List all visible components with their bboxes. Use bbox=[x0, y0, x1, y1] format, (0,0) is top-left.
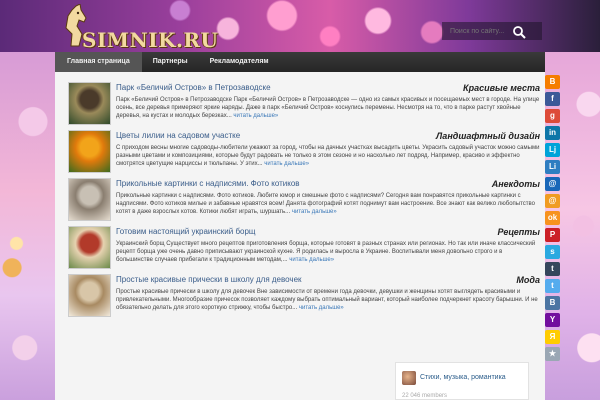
community-name-link[interactable]: Стихи, музыка, романтика bbox=[420, 374, 506, 381]
search-icon[interactable] bbox=[512, 25, 528, 39]
post-thumbnail[interactable] bbox=[68, 130, 111, 173]
post-item: Прикольные картинки с надписями. Фото ко… bbox=[68, 176, 540, 223]
post-excerpt: Простые красивые прически в школу для де… bbox=[116, 288, 540, 312]
surfingbird-icon[interactable]: s bbox=[545, 245, 560, 259]
twitter-icon[interactable]: t bbox=[545, 279, 560, 293]
blogger-icon[interactable]: B bbox=[545, 75, 560, 89]
post-thumbnail[interactable] bbox=[68, 274, 111, 317]
nav-item-partners[interactable]: Партнеры bbox=[142, 52, 199, 72]
tumblr-icon[interactable]: t bbox=[545, 262, 560, 276]
post-item: Парк «Беличий Остров» в Петрозаводске Кр… bbox=[68, 80, 540, 127]
yandex-icon[interactable]: Я bbox=[545, 330, 560, 344]
member-count: 22 046 members bbox=[402, 393, 448, 399]
favorites-icon[interactable]: ★ bbox=[545, 347, 560, 361]
post-excerpt-text: С приходом весны многие садоводы-любител… bbox=[116, 145, 540, 167]
background-decoration-left bbox=[0, 52, 55, 400]
linkedin-icon[interactable]: in bbox=[545, 126, 560, 140]
read-more-link[interactable]: читать дальше» bbox=[292, 209, 337, 215]
post-excerpt-text: Парк «Беличий Остров» в Петрозаводске Па… bbox=[116, 97, 540, 119]
post-excerpt: Украинский борщ Существует много рецепто… bbox=[116, 240, 540, 264]
mail-icon[interactable]: @ bbox=[545, 177, 560, 191]
liveinternet-icon[interactable]: Li bbox=[545, 160, 560, 174]
yahoo-icon[interactable]: Y bbox=[545, 313, 560, 327]
post-title-link[interactable]: Готовим настоящий украинский борщ bbox=[116, 227, 416, 236]
read-more-link[interactable]: читать дальше» bbox=[233, 113, 278, 119]
main-navigation: Главная страница Партнеры Рекламодателям bbox=[55, 52, 545, 72]
read-more-link[interactable]: читать дальше» bbox=[264, 161, 309, 167]
post-title-link[interactable]: Цветы лилии на садовом участке bbox=[116, 131, 416, 140]
post-category-link[interactable]: Красивые места bbox=[463, 83, 540, 93]
post-thumbnail[interactable] bbox=[68, 226, 111, 269]
post-title-link[interactable]: Прикольные картинки с надписями. Фото ко… bbox=[116, 179, 416, 188]
post-category-link[interactable]: Мода bbox=[516, 275, 540, 285]
post-category-link[interactable]: Ландшафтный дизайн bbox=[436, 131, 540, 141]
post-list: Парк «Беличий Остров» в Петрозаводске Кр… bbox=[68, 80, 540, 320]
post-category-link[interactable]: Анекдоты bbox=[492, 179, 540, 189]
post-item: Цветы лилии на садовом участке Ландшафтн… bbox=[68, 128, 540, 175]
odnoklassniki-icon[interactable]: ok bbox=[545, 211, 560, 225]
community-widget: Стихи, музыка, романтика 22 046 members bbox=[395, 362, 529, 400]
post-excerpt: Прикольные картинки с надписями. Фото ко… bbox=[116, 192, 540, 216]
moimir-icon[interactable]: @ bbox=[545, 194, 560, 208]
post-excerpt: С приходом весны многие садоводы-любител… bbox=[116, 144, 540, 168]
main-content: Парк «Беличий Остров» в Петрозаводске Кр… bbox=[55, 72, 545, 400]
avatar bbox=[402, 371, 416, 385]
pinterest-icon[interactable]: P bbox=[545, 228, 560, 242]
post-category-link[interactable]: Рецепты bbox=[497, 227, 540, 237]
read-more-link[interactable]: читать дальше» bbox=[289, 257, 334, 263]
share-bar: Bf g in Lj Li @ @ ok Ps t t B Y Я ★ bbox=[545, 75, 561, 361]
post-item: Простые красивые прически в школу для де… bbox=[68, 272, 540, 319]
google-plus-icon[interactable]: g bbox=[545, 109, 560, 123]
post-excerpt: Парк «Беличий Остров» в Петрозаводске Па… bbox=[116, 96, 540, 120]
nav-item-home[interactable]: Главная страница bbox=[55, 52, 142, 72]
livejournal-icon[interactable]: Lj bbox=[545, 143, 560, 157]
facebook-icon[interactable]: f bbox=[545, 92, 560, 106]
site-header: SIMNIK.RU bbox=[0, 0, 600, 52]
read-more-link[interactable]: читать дальше» bbox=[299, 305, 344, 311]
post-item: Готовим настоящий украинский борщ Рецепт… bbox=[68, 224, 540, 271]
site-logo[interactable]: SIMNIK.RU bbox=[62, 4, 218, 52]
post-thumbnail[interactable] bbox=[68, 178, 111, 221]
post-thumbnail[interactable] bbox=[68, 82, 111, 125]
nav-item-advertisers[interactable]: Рекламодателям bbox=[199, 52, 280, 72]
post-title-link[interactable]: Парк «Беличий Остров» в Петрозаводске bbox=[116, 83, 416, 92]
vkontakte-icon[interactable]: B bbox=[545, 296, 560, 310]
post-title-link[interactable]: Простые красивые прически в школу для де… bbox=[116, 275, 416, 284]
logo-text: SIMNIK.RU bbox=[82, 28, 219, 52]
